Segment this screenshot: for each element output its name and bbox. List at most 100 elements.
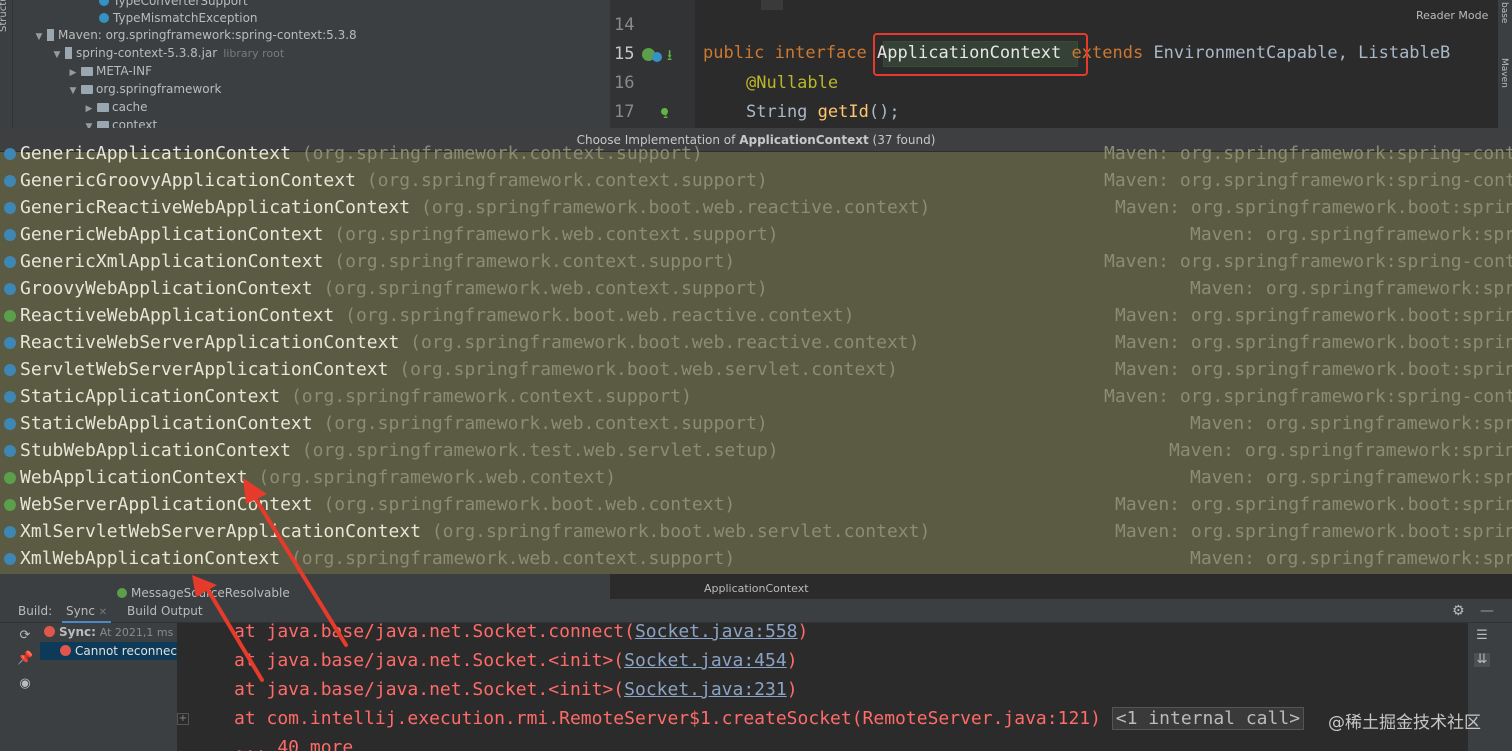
reader-mode-link[interactable]: Reader Mode bbox=[1416, 9, 1488, 22]
structure-tool-strip[interactable]: Structure bbox=[0, 0, 13, 128]
implementation-library: Maven: org.springframework:spr bbox=[1190, 278, 1512, 299]
chevron-down-icon[interactable]: ▼ bbox=[33, 28, 45, 46]
class-icon bbox=[4, 148, 16, 160]
implementation-label: StaticApplicationContext (org.springfram… bbox=[20, 383, 692, 410]
build-console[interactable]: at java.base/java.net.Socket.connect(Soc… bbox=[177, 623, 1468, 751]
implementation-row[interactable]: GroovyWebApplicationContext (org.springf… bbox=[0, 275, 1512, 302]
build-tool-window[interactable]: Build: Sync ✕ Build Output ⚙ — ⟳ 📌 ◉ Syn… bbox=[0, 599, 1512, 751]
implementation-package: (org.springframework.web.context.support… bbox=[323, 278, 768, 299]
implementation-row[interactable]: GenericWebApplicationContext (org.spring… bbox=[0, 221, 1512, 248]
editor-bottom-area: MessageSourceResolvable ApplicationConte… bbox=[0, 574, 1512, 600]
tree-item-type-mismatch-exception[interactable]: TypeMismatchException bbox=[99, 9, 258, 27]
choose-implementation-popup[interactable]: Choose Implementation of ApplicationCont… bbox=[0, 128, 1512, 574]
soft-wrap-icon[interactable]: ☰ bbox=[1474, 629, 1490, 643]
source-link[interactable]: Socket.java:558 bbox=[635, 623, 798, 642]
chevron-down-icon[interactable]: ▼ bbox=[51, 46, 63, 64]
editor-gutter[interactable]: 14 15 16 17 ⭳ ⭳ bbox=[610, 0, 695, 128]
red-highlight-box bbox=[873, 33, 1088, 76]
implementation-name: StaticWebApplicationContext bbox=[20, 413, 313, 434]
implementation-row[interactable]: StaticApplicationContext (org.springfram… bbox=[0, 383, 1512, 410]
sync-node[interactable]: Sync: At 2021,1 ms bbox=[44, 625, 173, 639]
implementation-label: GenericReactiveWebApplicationContext (or… bbox=[20, 194, 930, 221]
source-link[interactable]: Socket.java:231 bbox=[624, 679, 787, 700]
implementation-name: ReactiveWebApplicationContext bbox=[20, 305, 335, 326]
internal-call-chip[interactable]: <1 internal call> bbox=[1111, 707, 1305, 730]
implementation-row[interactable]: GenericApplicationContext (org.springfra… bbox=[0, 140, 1512, 167]
source-link[interactable]: Socket.java:454 bbox=[624, 650, 787, 671]
console-line: at java.base/java.net.Socket.connect(Soc… bbox=[234, 623, 809, 642]
class-icon bbox=[4, 283, 16, 295]
tree-item-spring-context-jar[interactable]: ▼ spring-context-5.3.8.jar library root bbox=[51, 44, 285, 64]
class-icon bbox=[4, 391, 16, 403]
implementation-row[interactable]: ServletWebServerApplicationContext (org.… bbox=[0, 356, 1512, 383]
implementation-name: GenericXmlApplicationContext bbox=[20, 251, 324, 272]
tree-item-message-source-resolvable[interactable]: MessageSourceResolvable bbox=[117, 586, 290, 600]
implementation-name: StubWebApplicationContext bbox=[20, 440, 291, 461]
implemented-down-arrow-icon[interactable]: ⭳ bbox=[663, 103, 668, 128]
implementation-row[interactable]: WebApplicationContext (org.springframewo… bbox=[0, 464, 1512, 491]
build-tree[interactable]: Sync: At 2021,1 ms Cannot reconnect bbox=[40, 623, 177, 751]
implementations-icon[interactable] bbox=[652, 52, 662, 62]
close-icon[interactable]: ✕ bbox=[99, 607, 107, 618]
class-icon bbox=[4, 553, 16, 565]
library-icon bbox=[47, 29, 54, 41]
overridden-down-arrow-icon[interactable]: ⭳ bbox=[667, 45, 672, 70]
implementation-row[interactable]: StaticWebApplicationContext (org.springf… bbox=[0, 410, 1512, 437]
implementation-row[interactable]: WebServerApplicationContext (org.springf… bbox=[0, 491, 1512, 518]
chevron-down-icon[interactable]: ▼ bbox=[83, 118, 95, 128]
implementation-label: GenericGroovyApplicationContext (org.spr… bbox=[20, 167, 768, 194]
interface-icon bbox=[4, 310, 16, 322]
tab-sync[interactable]: Sync ✕ bbox=[62, 599, 112, 623]
build-header: Build: Sync ✕ Build Output ⚙ — bbox=[0, 599, 1512, 623]
implementation-label: WebServerApplicationContext (org.springf… bbox=[20, 491, 735, 518]
implementation-package: (org.springframework.boot.web.servlet.co… bbox=[399, 359, 898, 380]
tree-item-maven-spring-context[interactable]: ▼ Maven: org.springframework:spring-conte… bbox=[33, 26, 357, 44]
tree-item-cache[interactable]: ▶ cache bbox=[83, 98, 148, 116]
implementation-package: (org.springframework.boot.web.context) bbox=[323, 494, 736, 515]
tree-item-org-springframework[interactable]: ▼ org.springframework bbox=[67, 80, 222, 100]
maven-tool-label[interactable]: Maven bbox=[1499, 58, 1509, 88]
implementation-row[interactable]: GenericXmlApplicationContext (org.spring… bbox=[0, 248, 1512, 275]
implementation-row[interactable]: GenericGroovyApplicationContext (org.spr… bbox=[0, 167, 1512, 194]
implementation-row[interactable]: ReactiveWebApplicationContext (org.sprin… bbox=[0, 302, 1512, 329]
implementation-package: (org.springframework.context.support) bbox=[290, 386, 692, 407]
minimize-icon[interactable]: — bbox=[1480, 599, 1494, 623]
refresh-icon[interactable]: ⟳ bbox=[17, 629, 33, 643]
implementation-library: Maven: org.springframework.boot:sprin bbox=[1115, 359, 1512, 380]
implementation-row[interactable]: GenericReactiveWebApplicationContext (or… bbox=[0, 194, 1512, 221]
code-editor[interactable]: Reader Mode public interface Application… bbox=[695, 0, 1498, 128]
console-line: at java.base/java.net.Socket.<init>(Sock… bbox=[234, 650, 798, 671]
tree-item-context[interactable]: ▼ context bbox=[83, 116, 157, 128]
implementation-row[interactable]: StubWebApplicationContext (org.springfra… bbox=[0, 437, 1512, 464]
watermark: @稀土掘金技术社区 bbox=[1328, 713, 1481, 733]
class-icon bbox=[4, 229, 16, 241]
error-node-selected[interactable]: Cannot reconnect bbox=[40, 642, 177, 660]
tab-stub bbox=[761, 0, 783, 10]
implementation-library: Maven: org.springframework:spr bbox=[1190, 224, 1512, 245]
implemented-dot-icon bbox=[661, 108, 668, 115]
implementation-package: (org.springframework.web.context.support… bbox=[290, 548, 736, 569]
right-tool-strip[interactable]: base Maven bbox=[1498, 0, 1512, 128]
implementation-package: (org.springframework.boot.web.servlet.co… bbox=[431, 521, 931, 542]
tab-build-output[interactable]: Build Output bbox=[127, 599, 203, 623]
implementation-row[interactable]: XmlWebApplicationContext (org.springfram… bbox=[0, 545, 1512, 572]
eye-icon[interactable]: ◉ bbox=[17, 677, 33, 691]
implementation-label: XmlWebApplicationContext (org.springfram… bbox=[20, 545, 735, 572]
project-tree[interactable]: TypeConverterSupport TypeMismatchExcepti… bbox=[13, 0, 610, 128]
implementation-library: Maven: org.springframework:sprin bbox=[1169, 440, 1512, 461]
database-tool-label[interactable]: base bbox=[1499, 2, 1509, 23]
structure-tool-label[interactable]: Structure bbox=[0, 0, 9, 32]
gear-icon[interactable]: ⚙ bbox=[1452, 599, 1465, 623]
tree-item-meta-inf[interactable]: ▶ META-INF bbox=[67, 62, 153, 80]
folder-icon bbox=[81, 67, 93, 76]
implementation-row[interactable]: ReactiveWebServerApplicationContext (org… bbox=[0, 329, 1512, 356]
breadcrumb[interactable]: ApplicationContext bbox=[704, 582, 809, 595]
implementation-package: (org.springframework.context.support) bbox=[366, 170, 768, 191]
scroll-to-end-icon[interactable]: ⇊ bbox=[1474, 653, 1490, 667]
implementation-library: Maven: org.springframework.boot:sprin bbox=[1115, 521, 1512, 542]
implementation-row[interactable]: XmlServletWebServerApplicationContext (o… bbox=[0, 518, 1512, 545]
expand-icon[interactable]: + bbox=[177, 713, 189, 725]
chevron-down-icon[interactable]: ▼ bbox=[67, 82, 79, 100]
pin-icon[interactable]: 📌 bbox=[17, 652, 33, 666]
implementation-label: ReactiveWebApplicationContext (org.sprin… bbox=[20, 302, 854, 329]
